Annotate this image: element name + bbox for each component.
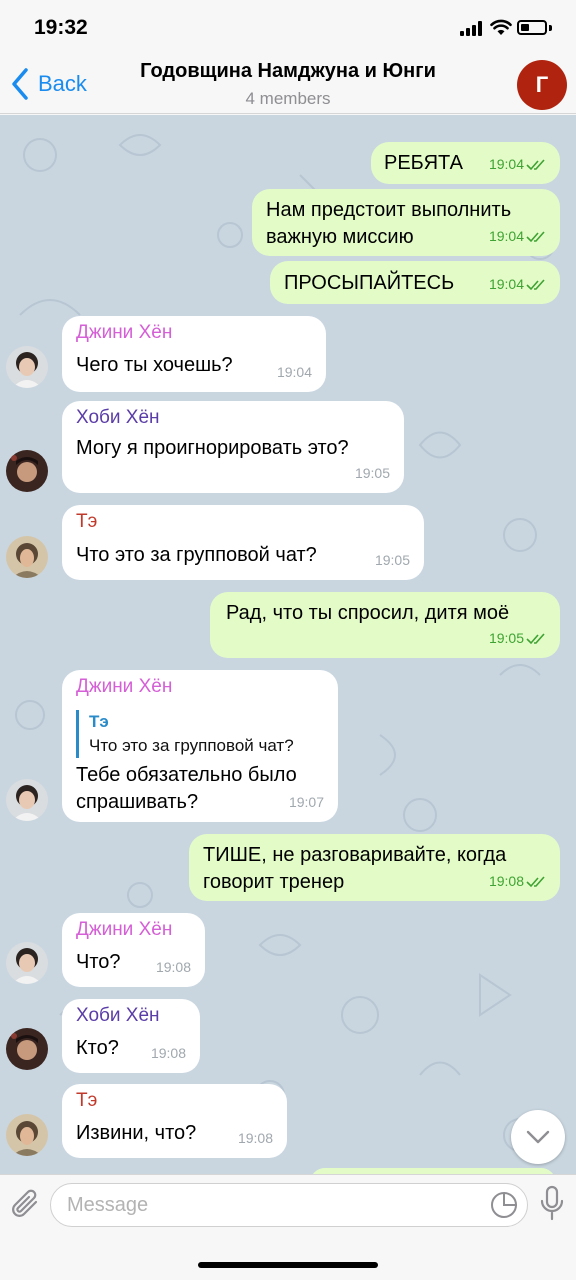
- message-text: ПРОСЫПАЙТЕСЬ: [284, 272, 455, 294]
- sticker-icon[interactable]: [489, 1190, 519, 1220]
- message-text: Что это за групповой чат?: [76, 544, 317, 566]
- avatar-tae[interactable]: [6, 536, 48, 578]
- message-meta: 19:08: [238, 1125, 273, 1152]
- cellular-signal-icon: [460, 20, 486, 36]
- message-meta: 19:08: [156, 954, 191, 981]
- double-check-icon: [526, 632, 545, 644]
- avatar-jin[interactable]: [6, 346, 48, 388]
- message-outgoing[interactable]: Нам предстоит выполнить важную миссию 19…: [252, 189, 560, 256]
- message-text: Могу я проигнорировать это?: [76, 437, 349, 459]
- message-text: Что?: [76, 951, 121, 973]
- message-time: 19:04: [488, 156, 524, 172]
- avatar-hobi[interactable]: [6, 450, 48, 492]
- message-time: 19:04: [276, 364, 312, 380]
- status-bar: 19:32: [0, 0, 576, 54]
- home-indicator: [198, 1262, 378, 1268]
- message-text: ТИШЕ, не разговаривайте, когда говорит т…: [203, 844, 507, 893]
- avatar-tae[interactable]: [6, 1114, 48, 1156]
- message-time: 19:08: [150, 1045, 186, 1061]
- message-input[interactable]: [50, 1183, 528, 1227]
- sender-name: Тэ: [76, 511, 98, 532]
- message-meta: 19:04: [277, 359, 312, 386]
- message-meta: 19:07: [289, 789, 324, 816]
- chat-header: Back Годовщина Намджуна и Юнги 4 members…: [0, 54, 576, 114]
- message-time: 19:08: [237, 1130, 273, 1146]
- double-check-icon: [526, 875, 545, 887]
- scroll-to-bottom-button[interactable]: [511, 1110, 565, 1164]
- back-chevron-icon: [12, 68, 28, 100]
- message-meta: 19:08: [151, 1040, 186, 1067]
- chat-area[interactable]: РЕБЯТА 19:04 Нам предстоит выполнить важ…: [0, 115, 576, 1174]
- avatar-hobi[interactable]: [6, 1028, 48, 1070]
- message-time: 19:04: [488, 276, 524, 292]
- message-time: 19:08: [488, 873, 524, 889]
- message-text: Кто?: [76, 1037, 119, 1059]
- chat-title[interactable]: Годовщина Намджуна и Юнги: [90, 60, 486, 83]
- microphone-icon[interactable]: [538, 1185, 566, 1223]
- message-text: РЕБЯТА: [384, 152, 463, 174]
- message-meta: 19:08: [489, 868, 546, 895]
- message-text: Рад, что ты спросил, дитя моё: [226, 602, 510, 624]
- battery-level: [521, 24, 529, 31]
- paperclip-icon[interactable]: [10, 1187, 42, 1221]
- message-meta: 19:04: [489, 271, 546, 298]
- message-incoming[interactable]: Тэ Извини, что? 19:08: [62, 1084, 287, 1158]
- message-meta: 19:05: [355, 460, 390, 487]
- message-meta: 19:05: [489, 625, 546, 652]
- message-outgoing[interactable]: ТИШЕ, не разговаривайте, когда говорит т…: [189, 834, 560, 901]
- back-button[interactable]: Back: [10, 66, 87, 102]
- message-meta: 19:04: [489, 151, 546, 178]
- message-time: 19:07: [288, 794, 324, 810]
- avatar-jin[interactable]: [6, 942, 48, 984]
- message-text: Чего ты хочешь?: [76, 354, 233, 376]
- sender-name: Тэ: [76, 1090, 98, 1111]
- message-incoming[interactable]: Джини Хён Чего ты хочешь? 19:04: [62, 316, 326, 392]
- chevron-down-icon: [526, 1130, 550, 1144]
- sender-name: Джини Хён: [76, 919, 173, 940]
- double-check-icon: [526, 278, 545, 290]
- message-meta: 19:04: [489, 223, 546, 250]
- message-meta: 19:05: [375, 547, 410, 574]
- message-incoming[interactable]: Хоби Хён Кто? 19:08: [62, 999, 200, 1073]
- double-check-icon: [526, 230, 545, 242]
- message-incoming[interactable]: Джини Хён Что? 19:08: [62, 913, 205, 987]
- message-outgoing[interactable]: Рад, что ты спросил, дитя моё 19:05: [210, 592, 560, 658]
- reply-text: Что это за групповой чат?: [89, 736, 294, 755]
- avatar-jin[interactable]: [6, 779, 48, 821]
- sender-name: Джини Хён: [76, 676, 173, 697]
- group-avatar[interactable]: Г: [517, 60, 567, 110]
- message-time: 19:04: [488, 228, 524, 244]
- sender-name: Джини Хён: [76, 322, 173, 343]
- sender-name: Хоби Хён: [76, 407, 160, 428]
- battery-cap: [549, 25, 552, 31]
- message-time: 19:05: [354, 465, 390, 481]
- message-incoming[interactable]: Хоби Хён Могу я проигнорировать это? 19:…: [62, 401, 404, 493]
- message-text: Тебе обязательно было спрашивать?: [76, 764, 297, 813]
- message-incoming[interactable]: Джини Хён Тэ Что это за групповой чат? Т…: [62, 670, 338, 822]
- message-outgoing[interactable]: ПРОСЫПАЙТЕСЬ 19:04: [270, 261, 560, 304]
- message-incoming[interactable]: Тэ Что это за групповой чат? 19:05: [62, 505, 424, 580]
- sender-name: Хоби Хён: [76, 1005, 160, 1026]
- wifi-icon: [490, 19, 512, 35]
- reply-sender: Тэ: [89, 712, 109, 731]
- double-check-icon: [526, 158, 545, 170]
- reply-quote[interactable]: Тэ Что это за групповой чат?: [76, 710, 326, 758]
- message-text: Извини, что?: [76, 1122, 197, 1144]
- members-count[interactable]: 4 members: [90, 89, 486, 109]
- message-text: Нам предстоит выполнить важную миссию: [266, 199, 512, 248]
- message-time: 19:05: [488, 630, 524, 646]
- message-outgoing[interactable]: РЕБЯТА 19:04: [371, 142, 560, 184]
- status-time: 19:32: [34, 16, 88, 39]
- message-time: 19:08: [155, 959, 191, 975]
- back-label: Back: [38, 71, 87, 96]
- battery-icon: [517, 20, 547, 35]
- message-time: 19:05: [374, 552, 410, 568]
